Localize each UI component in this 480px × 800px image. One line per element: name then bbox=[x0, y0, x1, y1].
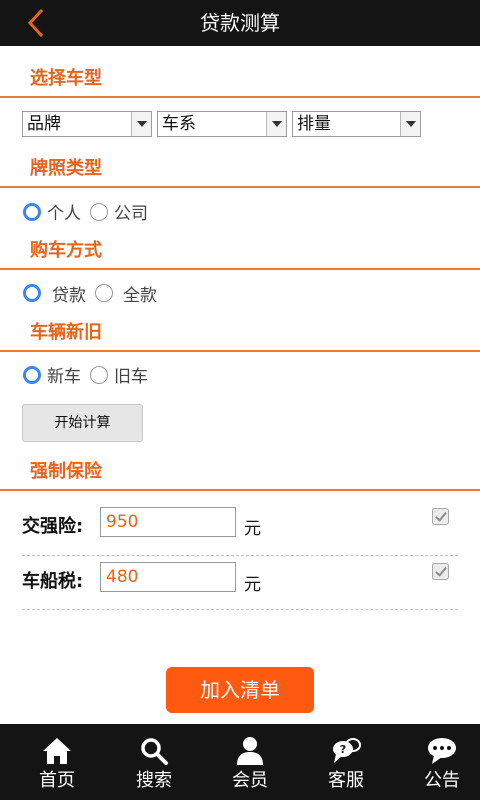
page-title: 贷款测算 bbox=[200, 11, 280, 35]
section-divider bbox=[0, 268, 480, 270]
section-title-plate-type: 牌照类型 bbox=[30, 158, 102, 179]
tab-customer-service[interactable]: ? 客服 bbox=[298, 724, 394, 800]
radio-label-used-car: 旧车 bbox=[114, 367, 148, 387]
radio-label-personal: 个人 bbox=[47, 204, 81, 224]
tab-home[interactable]: 首页 bbox=[9, 724, 105, 800]
jiaoqiang-input[interactable] bbox=[100, 507, 236, 537]
tab-member[interactable]: 会员 bbox=[202, 724, 298, 800]
radio-company[interactable] bbox=[90, 203, 108, 221]
search-icon bbox=[141, 738, 168, 765]
section-divider bbox=[0, 96, 480, 98]
section-divider bbox=[0, 350, 480, 352]
section-title-car-model: 选择车型 bbox=[30, 68, 102, 89]
chechuan-checkbox[interactable] bbox=[432, 563, 449, 580]
row-divider bbox=[22, 609, 458, 610]
brand-select[interactable]: 品牌 bbox=[22, 111, 152, 137]
tab-announcement[interactable]: 公告 bbox=[394, 724, 480, 800]
chechuan-input[interactable] bbox=[100, 562, 236, 592]
radio-new-car[interactable] bbox=[23, 366, 41, 384]
dropdown-arrow-icon bbox=[131, 112, 151, 136]
tab-label: 首页 bbox=[39, 770, 75, 791]
jiaoqiang-unit: 元 bbox=[244, 519, 261, 539]
start-calculation-button[interactable]: 开始计算 bbox=[22, 404, 143, 442]
tab-label: 会员 bbox=[232, 770, 268, 791]
section-title-vehicle-condition: 车辆新旧 bbox=[30, 322, 102, 343]
message-icon bbox=[428, 738, 456, 764]
add-to-list-button[interactable]: 加入清单 bbox=[166, 667, 314, 713]
tab-search[interactable]: 搜索 bbox=[106, 724, 202, 800]
section-divider bbox=[0, 489, 480, 491]
row-divider bbox=[22, 555, 458, 556]
displacement-select-value: 排量 bbox=[297, 114, 331, 134]
dropdown-arrow-icon bbox=[266, 112, 286, 136]
radio-full-payment[interactable] bbox=[95, 284, 113, 302]
jiaoqiang-label: 交强险: bbox=[22, 516, 84, 537]
tab-label: 搜索 bbox=[136, 770, 172, 791]
chechuan-unit: 元 bbox=[244, 575, 261, 595]
radio-label-company: 公司 bbox=[114, 204, 148, 224]
section-title-compulsory-insurance: 强制保险 bbox=[30, 461, 102, 482]
svg-text:?: ? bbox=[340, 743, 346, 756]
series-select[interactable]: 车系 bbox=[157, 111, 287, 137]
section-title-purchase-method: 购车方式 bbox=[30, 240, 102, 261]
section-divider bbox=[0, 186, 480, 188]
jiaoqiang-checkbox[interactable] bbox=[432, 508, 449, 525]
radio-personal[interactable] bbox=[23, 203, 41, 221]
dropdown-arrow-icon bbox=[400, 112, 420, 136]
chat-icon: ? bbox=[333, 738, 361, 763]
radio-used-car[interactable] bbox=[90, 366, 108, 384]
radio-label-loan: 贷款 bbox=[52, 286, 86, 306]
radio-loan[interactable] bbox=[23, 284, 41, 302]
bottom-tab-bar: 首页 搜索 会员 ? 客服 公告 bbox=[0, 724, 480, 800]
user-icon bbox=[237, 737, 263, 765]
brand-select-value: 品牌 bbox=[27, 114, 61, 134]
radio-label-new-car: 新车 bbox=[47, 367, 81, 387]
tab-label: 公告 bbox=[424, 770, 460, 791]
radio-label-full-payment: 全款 bbox=[123, 286, 157, 306]
home-icon bbox=[43, 738, 71, 764]
series-select-value: 车系 bbox=[162, 114, 196, 134]
displacement-select[interactable]: 排量 bbox=[292, 111, 421, 137]
top-bar: 贷款测算 bbox=[0, 0, 480, 46]
tab-label: 客服 bbox=[328, 770, 364, 791]
chechuan-label: 车船税: bbox=[22, 571, 84, 592]
